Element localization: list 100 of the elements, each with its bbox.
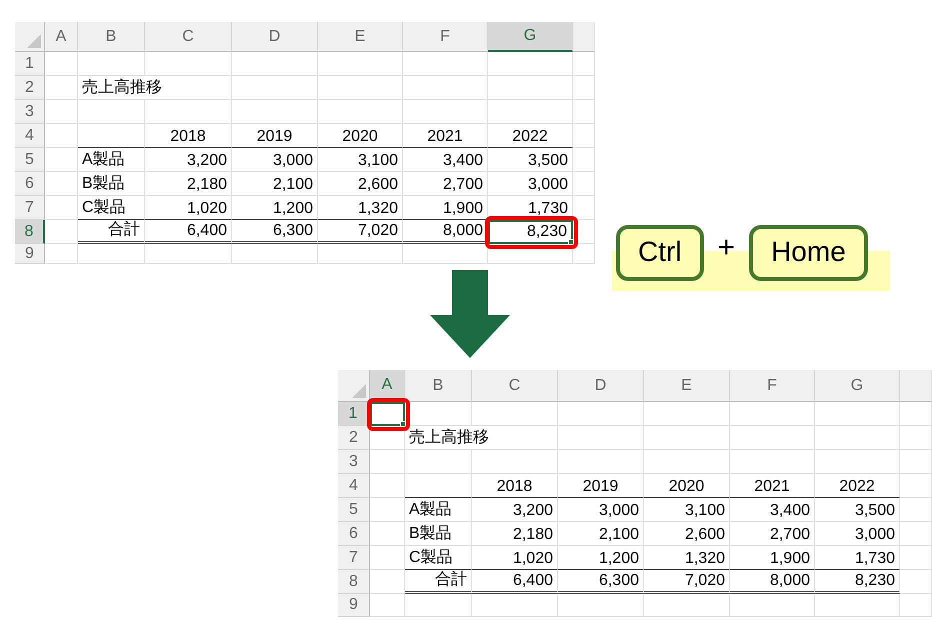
column-header[interactable]: F [730, 370, 815, 402]
table-cell[interactable]: 3,100 [318, 148, 403, 172]
row-header[interactable]: 4 [338, 474, 370, 498]
table-cell[interactable] [900, 402, 932, 426]
table-cell[interactable] [900, 474, 932, 498]
table-cell[interactable] [488, 244, 573, 264]
table-cell[interactable] [318, 76, 403, 100]
table-cell[interactable]: 2,600 [318, 172, 403, 196]
table-cell[interactable]: 売上高推移 [405, 426, 558, 450]
table-cell[interactable]: 8,000 [403, 220, 488, 244]
table-cell[interactable]: 1,200 [232, 196, 318, 220]
table-cell[interactable] [318, 52, 403, 76]
column-header[interactable]: B [405, 370, 472, 402]
table-cell[interactable] [488, 76, 573, 100]
table-cell[interactable] [815, 402, 900, 426]
row-header[interactable]: 1 [15, 52, 45, 76]
row-header[interactable]: 5 [15, 148, 45, 172]
table-cell[interactable] [644, 450, 730, 474]
table-cell[interactable]: 3,200 [145, 148, 232, 172]
table-cell[interactable] [370, 522, 405, 546]
table-cell[interactable]: A製品 [405, 498, 472, 522]
column-header[interactable]: D [232, 22, 318, 52]
table-cell[interactable] [815, 426, 900, 450]
table-cell[interactable]: 2,600 [644, 522, 730, 546]
table-cell[interactable] [900, 546, 932, 570]
table-cell[interactable] [403, 76, 488, 100]
row-header[interactable]: 8 [338, 570, 370, 594]
table-cell[interactable]: 2019 [558, 474, 644, 498]
table-cell[interactable]: 2,100 [558, 522, 644, 546]
table-cell[interactable] [145, 52, 232, 76]
table-cell[interactable] [573, 52, 595, 76]
table-cell[interactable]: 売上高推移 [78, 76, 232, 100]
table-cell[interactable] [558, 450, 644, 474]
table-cell[interactable] [900, 450, 932, 474]
table-cell[interactable]: 1,730 [815, 546, 900, 570]
table-cell[interactable] [472, 450, 558, 474]
table-cell[interactable] [900, 522, 932, 546]
table-cell[interactable] [403, 52, 488, 76]
table-cell[interactable] [45, 76, 78, 100]
table-cell[interactable] [45, 124, 78, 148]
table-cell[interactable]: 3,400 [730, 498, 815, 522]
table-cell[interactable]: 6,300 [232, 220, 318, 244]
table-cell[interactable]: 2018 [145, 124, 232, 148]
table-cell[interactable]: 合計 [405, 570, 472, 594]
column-header[interactable] [573, 22, 595, 52]
table-cell[interactable]: 7,020 [318, 220, 403, 244]
table-cell[interactable]: 合計 [78, 220, 145, 244]
table-cell[interactable]: 3,500 [488, 148, 573, 172]
table-cell[interactable]: 6,400 [145, 220, 232, 244]
table-cell[interactable]: 2018 [472, 474, 558, 498]
table-cell[interactable] [573, 244, 595, 264]
table-cell[interactable] [558, 426, 644, 450]
column-header[interactable]: E [644, 370, 730, 402]
table-cell[interactable] [232, 76, 318, 100]
row-header[interactable]: 2 [15, 76, 45, 100]
table-cell[interactable]: 1,200 [558, 546, 644, 570]
table-cell[interactable] [45, 148, 78, 172]
table-cell[interactable] [405, 450, 472, 474]
select-all-icon[interactable] [27, 34, 41, 48]
table-cell[interactable]: 2,180 [145, 172, 232, 196]
table-cell[interactable] [45, 172, 78, 196]
table-cell[interactable]: 3,500 [815, 498, 900, 522]
selected-cell[interactable] [370, 402, 405, 426]
table-cell[interactable]: 2021 [730, 474, 815, 498]
table-cell[interactable]: 2,100 [232, 172, 318, 196]
table-cell[interactable] [78, 124, 145, 148]
row-header[interactable]: 8 [15, 220, 45, 244]
row-header[interactable]: 6 [15, 172, 45, 196]
table-cell[interactable] [405, 474, 472, 498]
table-cell[interactable] [900, 594, 932, 617]
table-cell[interactable]: 3,000 [488, 172, 573, 196]
table-cell[interactable]: B製品 [405, 522, 472, 546]
table-cell[interactable] [730, 426, 815, 450]
table-cell[interactable] [45, 196, 78, 220]
selected-cell[interactable]: 8,230 [488, 220, 573, 244]
table-cell[interactable]: 3,200 [472, 498, 558, 522]
table-cell[interactable]: 1,020 [145, 196, 232, 220]
table-cell[interactable] [730, 450, 815, 474]
row-header[interactable]: 3 [15, 100, 45, 124]
column-header[interactable] [900, 370, 932, 402]
column-header[interactable]: E [318, 22, 403, 52]
table-cell[interactable]: 2020 [318, 124, 403, 148]
row-header[interactable]: 7 [15, 196, 45, 220]
table-cell[interactable] [405, 594, 472, 617]
table-cell[interactable]: 3,000 [815, 522, 900, 546]
table-cell[interactable] [900, 498, 932, 522]
table-cell[interactable]: A製品 [78, 148, 145, 172]
table-cell[interactable]: 3,400 [403, 148, 488, 172]
column-header[interactable]: A [45, 22, 78, 52]
select-all-icon[interactable] [352, 384, 366, 398]
table-cell[interactable] [45, 52, 78, 76]
table-cell[interactable] [644, 402, 730, 426]
table-cell[interactable]: 2,180 [472, 522, 558, 546]
table-cell[interactable] [318, 244, 403, 264]
table-cell[interactable] [403, 100, 488, 124]
row-header[interactable]: 5 [338, 498, 370, 522]
row-header[interactable]: 2 [338, 426, 370, 450]
column-header[interactable]: D [558, 370, 644, 402]
table-cell[interactable] [730, 594, 815, 617]
table-cell[interactable] [815, 450, 900, 474]
